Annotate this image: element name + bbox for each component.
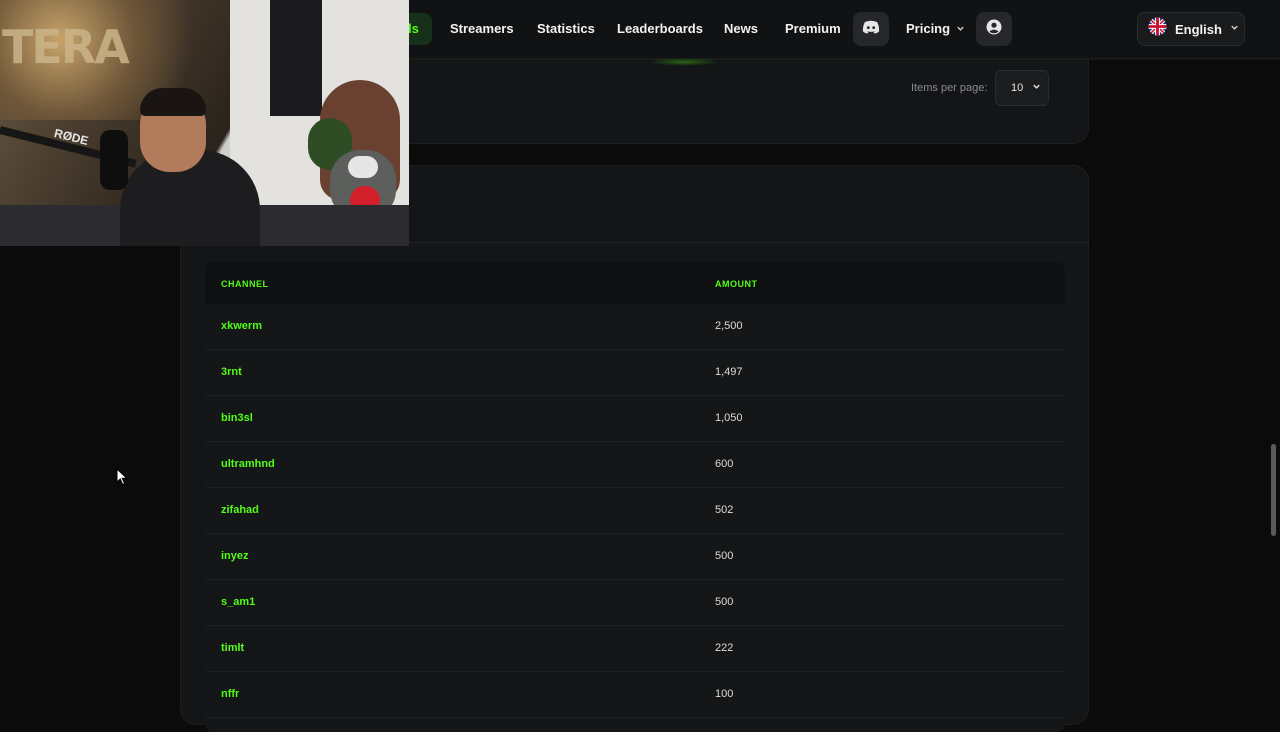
table-row: nffr 100: [205, 672, 1065, 718]
pricing-label: Pricing: [906, 21, 951, 36]
items-per-page-value: 10: [1011, 82, 1024, 94]
channel-link[interactable]: inyez: [221, 550, 249, 562]
table-row: inyez 500: [205, 534, 1065, 580]
channel-link[interactable]: 3rnt: [221, 366, 242, 378]
channel-link[interactable]: bin3sl: [221, 412, 253, 424]
webcam-person-hair: [140, 88, 206, 116]
discord-button[interactable]: [853, 12, 889, 46]
channel-link[interactable]: ultramhnd: [221, 458, 275, 470]
discord-icon: [862, 20, 880, 39]
amount-cell: 1,050: [715, 412, 743, 424]
nav-item-news[interactable]: News: [724, 21, 758, 36]
channel-link[interactable]: timlt: [221, 642, 244, 654]
table-row: bin3sl 1,050: [205, 396, 1065, 442]
chevron-down-icon: [1032, 82, 1041, 93]
chevron-down-icon: [956, 24, 965, 36]
page-scrollbar-thumb[interactable]: [1271, 444, 1276, 536]
language-label: English: [1175, 21, 1222, 37]
table-row: xkwerm 2,500: [205, 304, 1065, 350]
table-row: s_am1 500: [205, 580, 1065, 626]
amount-cell: 600: [715, 458, 734, 470]
channel-link[interactable]: s_am1: [221, 596, 255, 608]
table-header: CHANNEL AMOUNT: [205, 262, 1065, 304]
amount-cell: 502: [715, 504, 734, 516]
channel-table: CHANNEL AMOUNT xkwerm 2,500 3rnt 1,497 b…: [205, 262, 1065, 732]
amount-cell: 500: [715, 596, 734, 608]
nav-item-statistics[interactable]: Statistics: [537, 21, 595, 36]
amount-cell: 2,500: [715, 320, 743, 332]
amount-cell: 500: [715, 550, 734, 562]
webcam-overlay: TERA RØDE: [0, 0, 409, 246]
nav-item-leaderboards[interactable]: Leaderboards: [617, 21, 703, 36]
column-header-amount[interactable]: AMOUNT: [715, 279, 758, 289]
language-selector[interactable]: English: [1137, 12, 1245, 46]
table-row: ultramhnd 600: [205, 442, 1065, 488]
table-row: 3rnt 1,497: [205, 350, 1065, 396]
items-per-page-select[interactable]: 10: [995, 70, 1049, 106]
channel-link[interactable]: nffr: [221, 688, 239, 700]
uk-flag-icon: [1148, 17, 1167, 41]
active-indicator-glow: [648, 58, 720, 66]
user-circle-icon: [986, 19, 1002, 40]
nav-item-premium[interactable]: Premium: [785, 21, 841, 36]
nav-item-pricing[interactable]: Pricing: [906, 21, 965, 36]
amount-cell: 100: [715, 688, 734, 700]
table-row: zifahad 502: [205, 488, 1065, 534]
chevron-down-icon: [1230, 23, 1239, 35]
column-header-channel[interactable]: CHANNEL: [221, 279, 269, 289]
table-row: timlt 222: [205, 626, 1065, 672]
webcam-microphone: [100, 130, 128, 190]
webcam-panda-face: [348, 156, 378, 178]
amount-cell: 1,497: [715, 366, 743, 378]
nav-active-tab-label: ls: [408, 21, 419, 36]
account-button[interactable]: [976, 12, 1012, 46]
webcam-poster: [270, 0, 322, 116]
amount-cell: 222: [715, 642, 734, 654]
nav-item-streamers[interactable]: Streamers: [450, 21, 514, 36]
channel-link[interactable]: xkwerm: [221, 320, 262, 332]
items-per-page-label: Items per page:: [911, 82, 988, 94]
webcam-wall-text: TERA: [2, 20, 130, 74]
channel-link[interactable]: zifahad: [221, 504, 259, 516]
